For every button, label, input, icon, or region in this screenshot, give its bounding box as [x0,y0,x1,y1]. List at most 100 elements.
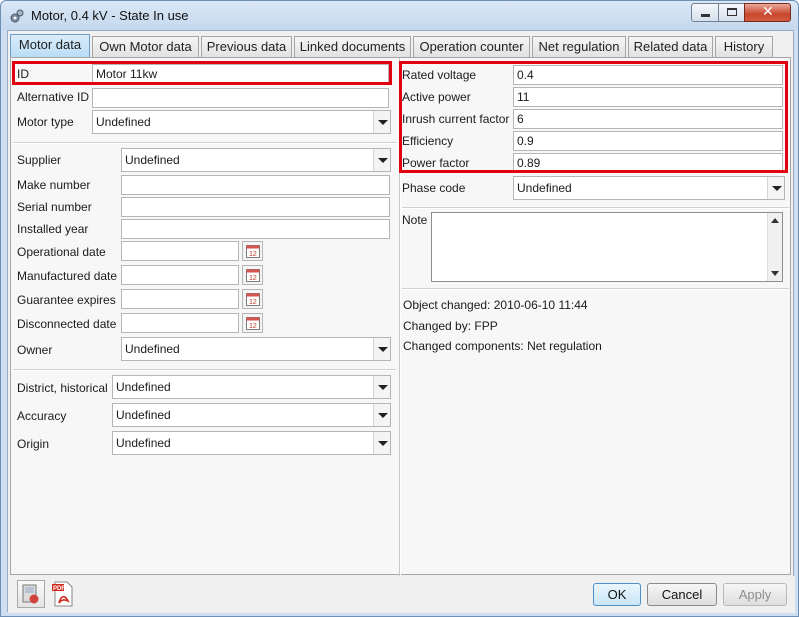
accuracy-value: Undefined [116,408,171,422]
power-factor-input[interactable]: 0.89 [513,153,783,173]
alternative-id-input[interactable] [92,88,389,108]
origin-label: Origin [17,437,50,451]
phase-code-value: Undefined [517,181,572,195]
report-icon [22,584,39,604]
operational-date-calendar-button[interactable]: 12 [242,241,263,261]
minimize-button[interactable] [691,3,719,22]
minimize-icon [701,14,710,17]
active-power-label: Active power [402,90,471,104]
disconnected-date-input[interactable] [121,313,239,333]
accuracy-select[interactable]: Undefined [112,403,391,427]
panel-divider [399,58,401,576]
note-textarea[interactable] [431,212,783,282]
installed-year-input[interactable] [121,219,390,239]
supplier-label: Supplier [17,153,62,167]
pdf-export-button[interactable]: PDF [48,580,76,608]
note-label: Note [402,213,428,227]
apply-button[interactable]: Apply [723,583,787,606]
chevron-down-icon[interactable] [373,432,390,454]
motor-type-label: Motor type [17,115,74,129]
operational-date-label: Operational date [17,245,106,259]
supplier-value: Undefined [125,153,180,167]
tab-previous-data[interactable]: Previous data [201,36,292,57]
svg-text:12: 12 [249,323,257,330]
district-historical-select[interactable]: Undefined [112,375,391,399]
changed-by-text: Changed by: FPP [403,319,498,333]
rated-voltage-input[interactable]: 0.4 [513,65,783,85]
close-button[interactable]: ✕ [744,3,791,22]
guarantee-expires-input[interactable] [121,289,239,309]
object-changed-text: Object changed: 2010-06-10 11:44 [403,298,588,312]
operational-date-input[interactable] [121,241,239,261]
scroll-down-icon[interactable] [768,267,782,281]
guarantee-expires-label: Guarantee expires [17,293,116,307]
chevron-down-icon[interactable] [373,111,390,133]
motor-type-select[interactable]: Undefined [92,110,391,134]
supplier-select[interactable]: Undefined [121,148,391,172]
ok-button[interactable]: OK [593,583,641,606]
right-section-divider-2 [402,288,789,290]
inrush-current-factor-label: Inrush current factor [402,112,510,126]
chevron-down-icon[interactable] [373,338,390,360]
motor-data-panel: ID Motor 11kw Alternative ID Motor type … [10,57,791,576]
active-power-input[interactable]: 11 [513,87,783,107]
report-button[interactable] [17,580,45,608]
manufactured-date-input[interactable] [121,265,239,285]
installed-year-label: Installed year [17,222,89,236]
tab-net-regulation[interactable]: Net regulation [532,36,626,57]
id-label: ID [17,67,29,81]
motor-type-value: Undefined [96,115,151,129]
pdf-icon: PDF [52,581,73,607]
note-scrollbar[interactable] [767,213,782,281]
left-section-divider-2 [13,369,396,371]
svg-text:12: 12 [249,275,257,282]
origin-select[interactable]: Undefined [112,431,391,455]
svg-text:PDF: PDF [53,586,65,592]
guarantee-expires-calendar-button[interactable]: 12 [242,289,263,309]
tab-history[interactable]: History [715,36,773,57]
id-input[interactable]: Motor 11kw [92,64,389,84]
dialog-client-area: Motor data Own Motor data Previous data … [7,30,795,613]
calendar-icon: 12 [246,245,260,258]
rated-voltage-label: Rated voltage [402,68,477,82]
tab-linked-documents[interactable]: Linked documents [294,36,411,57]
owner-select[interactable]: Undefined [121,337,391,361]
scroll-up-icon[interactable] [768,213,782,227]
make-number-label: Make number [17,178,91,192]
chevron-down-icon[interactable] [373,149,390,171]
owner-label: Owner [17,343,53,357]
phase-code-select[interactable]: Undefined [513,176,785,200]
window-title: Motor, 0.4 kV - State In use [31,8,189,23]
close-icon: ✕ [762,4,774,20]
alternative-id-label: Alternative ID [17,90,90,104]
phase-code-label: Phase code [402,181,466,195]
calendar-icon: 12 [246,269,260,282]
power-factor-label: Power factor [402,156,470,170]
efficiency-label: Efficiency [402,134,454,148]
title-bar: Motor, 0.4 kV - State In use ✕ [1,1,798,30]
chevron-down-icon[interactable] [767,177,784,199]
owner-value: Undefined [125,342,180,356]
chevron-down-icon[interactable] [373,404,390,426]
motor-app-icon [9,8,25,24]
make-number-input[interactable] [121,175,390,195]
svg-text:12: 12 [249,251,257,258]
maximize-button[interactable] [718,3,745,22]
efficiency-input[interactable]: 0.9 [513,131,783,151]
serial-number-input[interactable] [121,197,390,217]
cancel-button[interactable]: Cancel [647,583,717,606]
tab-own-motor-data[interactable]: Own Motor data [92,36,199,57]
origin-value: Undefined [116,436,171,450]
chevron-down-icon[interactable] [373,376,390,398]
disconnected-date-calendar-button[interactable]: 12 [242,313,263,333]
tab-motor-data[interactable]: Motor data [10,34,90,58]
tab-related-data[interactable]: Related data [628,36,713,57]
disconnected-date-label: Disconnected date [17,317,117,331]
inrush-current-factor-input[interactable]: 6 [513,109,783,129]
changed-components-text: Changed components: Net regulation [403,339,602,353]
left-section-divider-1 [13,142,396,144]
tab-operation-counter[interactable]: Operation counter [413,36,530,57]
accuracy-label: Accuracy [17,409,67,423]
calendar-icon: 12 [246,293,260,306]
manufactured-date-calendar-button[interactable]: 12 [242,265,263,285]
